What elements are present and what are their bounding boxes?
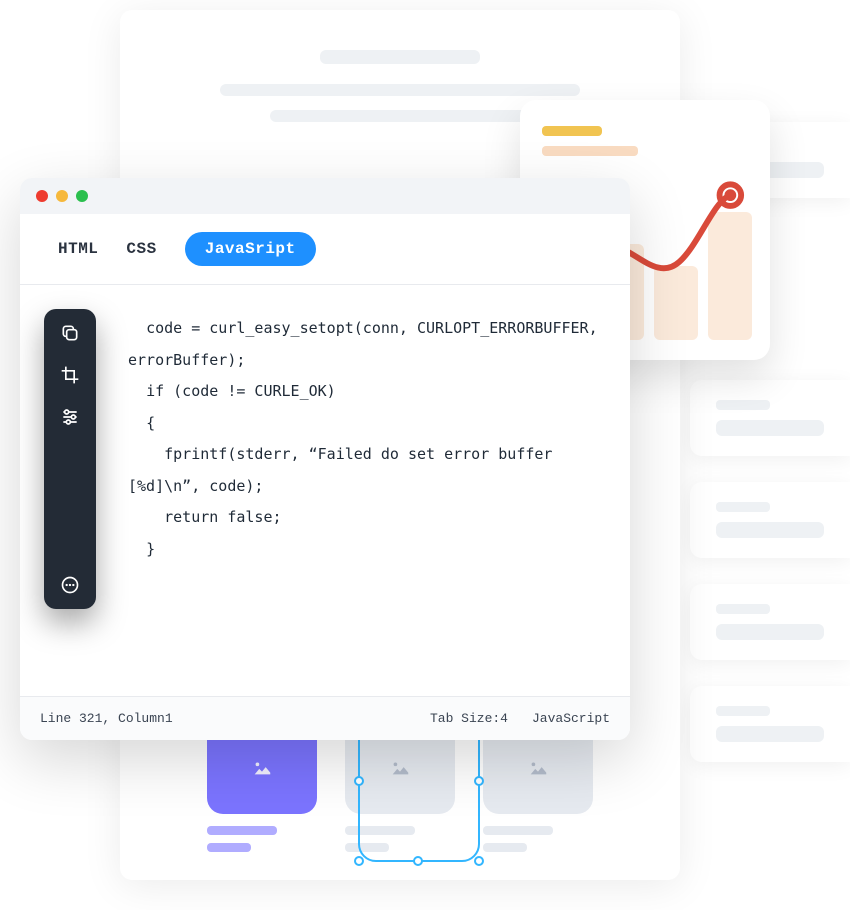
window-minimize-button[interactable]	[56, 190, 68, 202]
list-card	[690, 482, 850, 558]
cursor-position: Line 321, Column1	[40, 711, 173, 726]
thumbnail[interactable]	[345, 722, 455, 852]
resize-handle[interactable]	[354, 856, 364, 866]
code-editor-window: HTML CSS JavaSript code = curl_easy_seto…	[20, 178, 630, 740]
placeholder-line	[220, 84, 580, 96]
window-titlebar[interactable]	[20, 178, 630, 214]
image-icon	[389, 757, 411, 779]
tab-size[interactable]: Tab Size:4	[430, 711, 508, 726]
placeholder-title	[320, 50, 480, 64]
tab-javascript[interactable]: JavaSript	[185, 232, 316, 266]
code-content[interactable]: code = curl_easy_setopt(conn, CURLOPT_ER…	[20, 285, 630, 696]
window-close-button[interactable]	[36, 190, 48, 202]
tab-css[interactable]: CSS	[126, 240, 156, 258]
copy-icon[interactable]	[60, 323, 80, 343]
thumbnail-selected[interactable]	[207, 722, 317, 852]
status-bar: Line 321, Column1 Tab Size:4 JavaScript	[20, 696, 630, 740]
tool-sidebar	[44, 309, 96, 609]
window-zoom-button[interactable]	[76, 190, 88, 202]
more-icon[interactable]	[60, 575, 80, 595]
resize-handle[interactable]	[474, 856, 484, 866]
list-card	[690, 686, 850, 762]
thumbnail-gallery	[120, 722, 680, 852]
list-card	[690, 380, 850, 456]
list-card	[690, 584, 850, 660]
crop-icon[interactable]	[60, 365, 80, 385]
tab-html[interactable]: HTML	[58, 240, 98, 258]
image-icon	[527, 757, 549, 779]
placeholder-line	[270, 110, 530, 122]
legend-swatch	[542, 146, 638, 156]
sliders-icon[interactable]	[60, 407, 80, 427]
language-mode[interactable]: JavaScript	[532, 711, 610, 726]
language-tabs: HTML CSS JavaSript	[20, 214, 630, 285]
legend-swatch	[542, 126, 602, 136]
thumbnail[interactable]	[483, 722, 593, 852]
image-icon	[251, 757, 273, 779]
resize-handle[interactable]	[413, 856, 423, 866]
